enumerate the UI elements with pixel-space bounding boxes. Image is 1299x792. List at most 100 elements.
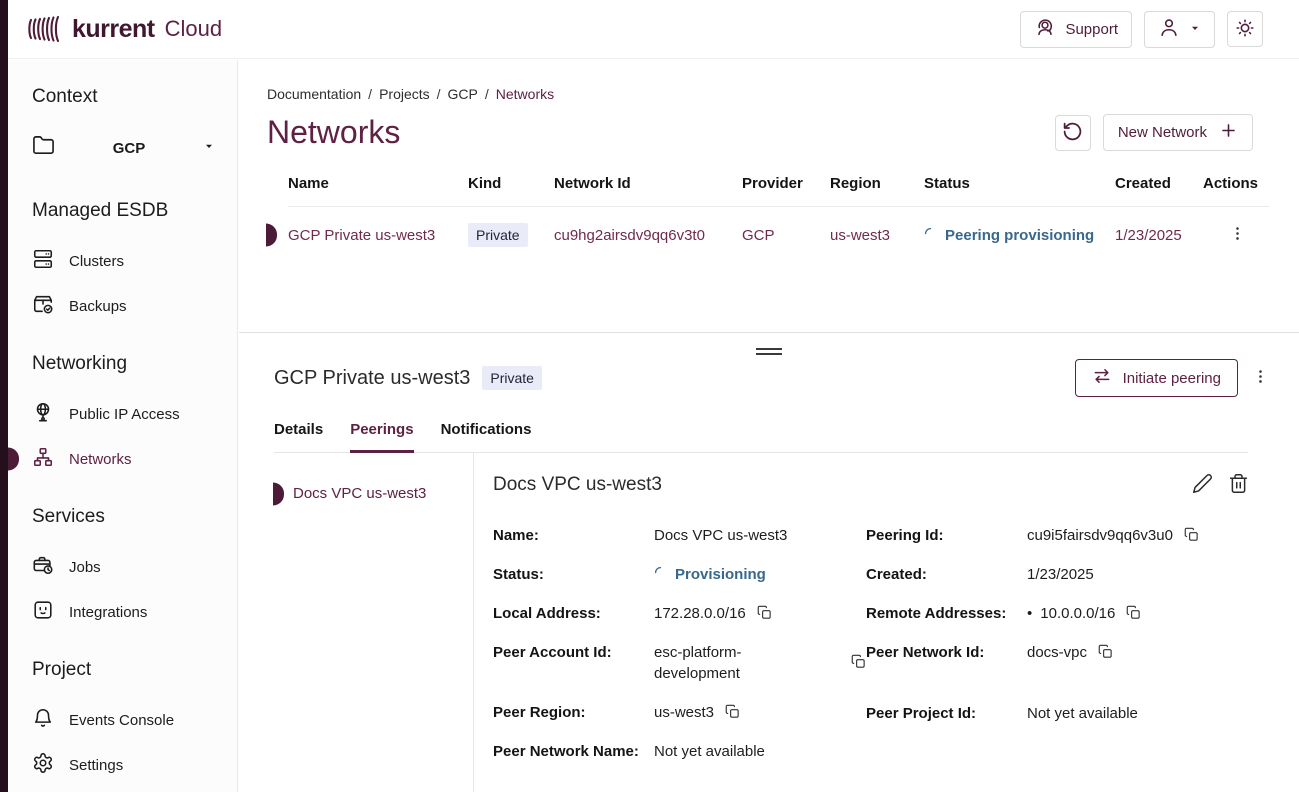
peering-list-item-label: Docs VPC us-west3 [293, 485, 426, 502]
sidebar-item-public-ip-access[interactable]: Public IP Access [32, 401, 237, 427]
gear-icon [32, 752, 54, 778]
copy-peering-id-button[interactable] [1184, 527, 1199, 545]
tab-peerings[interactable]: Peerings [350, 421, 413, 453]
panel-actions-button[interactable] [1252, 368, 1269, 388]
sidebar-item-integrations[interactable]: Integrations [32, 599, 237, 625]
field-status-value: Provisioning [675, 564, 766, 585]
breadcrumb: DocumentationProjectsGCPNetworks [267, 86, 1299, 102]
main-content: DocumentationProjectsGCPNetworks Network… [239, 60, 1299, 792]
sidebar-item-label: Settings [69, 757, 123, 774]
sidebar-item-label: Public IP Access [69, 406, 180, 423]
sidebar-item-label: Events Console [69, 712, 174, 729]
detail-panel: GCP Private us-west3 Private Initiate pe… [239, 332, 1299, 792]
refresh-button[interactable] [1055, 115, 1091, 151]
panel-kind-badge: Private [482, 366, 542, 390]
context-selector[interactable]: GCP [32, 134, 237, 162]
cell-name[interactable]: GCP Private us-west3 [288, 227, 468, 244]
plus-icon [1219, 121, 1238, 144]
field-peering-id-value: cu9i5fairsdv9qq6v3u0 [1027, 525, 1173, 546]
field-peer-network-id-value: docs-vpc [1027, 642, 1087, 663]
tab-notifications[interactable]: Notifications [441, 421, 532, 453]
kind-badge: Private [468, 223, 528, 247]
network-icon [32, 446, 54, 472]
table-row[interactable]: GCP Private us-west3 Private cu9hg2airsd… [288, 207, 1269, 263]
initiate-peering-label: Initiate peering [1123, 370, 1221, 387]
sidebar-item-networks[interactable]: Networks [32, 446, 237, 472]
peering-detail: Docs VPC us-west3 [474, 453, 1299, 792]
field-peer-account-id-value: esc-platform-development [654, 642, 772, 684]
context-value: GCP [55, 140, 203, 157]
section-heading-services: Services [32, 506, 237, 528]
row-actions-button[interactable] [1229, 225, 1246, 245]
kebab-icon [1252, 368, 1269, 388]
column-header-region: Region [830, 175, 924, 192]
theme-toggle-button[interactable] [1227, 11, 1263, 47]
field-local-address-value: 172.28.0.0/16 [654, 603, 746, 624]
top-header: kurrent Cloud Support [0, 0, 1299, 59]
refresh-icon [1062, 121, 1083, 145]
panel-resize-handle[interactable] [756, 345, 782, 358]
new-network-button[interactable]: New Network [1103, 114, 1253, 151]
clusters-icon [32, 248, 54, 274]
outlet-icon [32, 599, 54, 625]
breadcrumb-link-documentation[interactable]: Documentation [267, 86, 361, 102]
copy-icon [1098, 644, 1113, 662]
folder-icon [32, 134, 55, 162]
breadcrumb-link-projects[interactable]: Projects [361, 86, 429, 102]
section-heading-networking: Networking [32, 353, 237, 375]
user-icon [1158, 16, 1180, 42]
context-heading: Context [32, 86, 237, 108]
peering-detail-title: Docs VPC us-west3 [493, 474, 662, 496]
field-peer-region-value: us-west3 [654, 702, 714, 723]
copy-peer-region-button[interactable] [725, 704, 740, 722]
peering-list-item[interactable]: Docs VPC us-west3 [274, 485, 473, 502]
brand-name: kurrent [72, 15, 155, 44]
cell-network-id: cu9hg2airsdv9qq6v3t0 [554, 227, 742, 244]
sidebar-item-clusters[interactable]: Clusters [32, 248, 237, 274]
field-peer-project-id: Peer Project Id: Not yet available [866, 703, 1249, 724]
bell-icon [32, 707, 54, 733]
copy-icon [757, 605, 772, 623]
copy-local-address-button[interactable] [757, 605, 772, 623]
breadcrumb-link-gcp[interactable]: GCP [430, 86, 478, 102]
app-window: kurrent Cloud Support [0, 0, 1299, 792]
section-heading-managed-esdb: Managed ESDB [32, 200, 237, 222]
field-remote-addresses: Remote Addresses: 10.0.0.0/16 [866, 603, 1249, 624]
sidebar-item-events-console[interactable]: Events Console [32, 707, 237, 733]
status-text: Peering provisioning [945, 227, 1094, 244]
chevron-down-icon [1189, 21, 1201, 38]
table-header-row: Name Kind Network Id Provider Region Sta… [288, 175, 1269, 207]
tab-details[interactable]: Details [274, 421, 323, 453]
sidebar-item-jobs[interactable]: Jobs [32, 554, 237, 580]
edit-peering-button[interactable] [1192, 473, 1213, 497]
cell-region: us-west3 [830, 227, 924, 244]
sidebar-item-label: Clusters [69, 253, 124, 270]
sidebar-accent-strip [0, 0, 8, 792]
selected-row-indicator [266, 224, 277, 247]
copy-peer-network-id-button[interactable] [1098, 644, 1113, 662]
backups-icon [32, 293, 54, 319]
support-button[interactable]: Support [1020, 11, 1132, 48]
sidebar-item-label: Networks [69, 451, 132, 468]
pencil-icon [1192, 473, 1213, 497]
user-menu-button[interactable] [1144, 11, 1215, 48]
copy-remote-addresses-button[interactable] [1126, 605, 1141, 623]
column-header-created: Created [1115, 175, 1203, 192]
field-status: Status: Provisioning [493, 564, 866, 585]
field-name-value: Docs VPC us-west3 [654, 525, 787, 546]
initiate-peering-button[interactable]: Initiate peering [1075, 359, 1238, 397]
sidebar-item-label: Backups [69, 298, 127, 315]
copy-peer-account-id-button[interactable] [851, 654, 866, 672]
column-header-status: Status [924, 175, 1115, 192]
column-header-name: Name [288, 175, 468, 192]
copy-icon [851, 654, 866, 672]
sidebar-item-backups[interactable]: Backups [32, 293, 237, 319]
briefcase-clock-icon [32, 554, 54, 580]
sidebar-item-settings[interactable]: Settings [32, 752, 237, 778]
field-peering-id: Peering Id: cu9i5fairsdv9qq6v3u0 [866, 525, 1249, 546]
swap-arrows-icon [1092, 366, 1112, 390]
chevron-down-icon [203, 139, 215, 157]
sun-icon [1234, 17, 1256, 42]
delete-peering-button[interactable] [1228, 473, 1249, 497]
field-local-address: Local Address: 172.28.0.0/16 [493, 603, 866, 624]
